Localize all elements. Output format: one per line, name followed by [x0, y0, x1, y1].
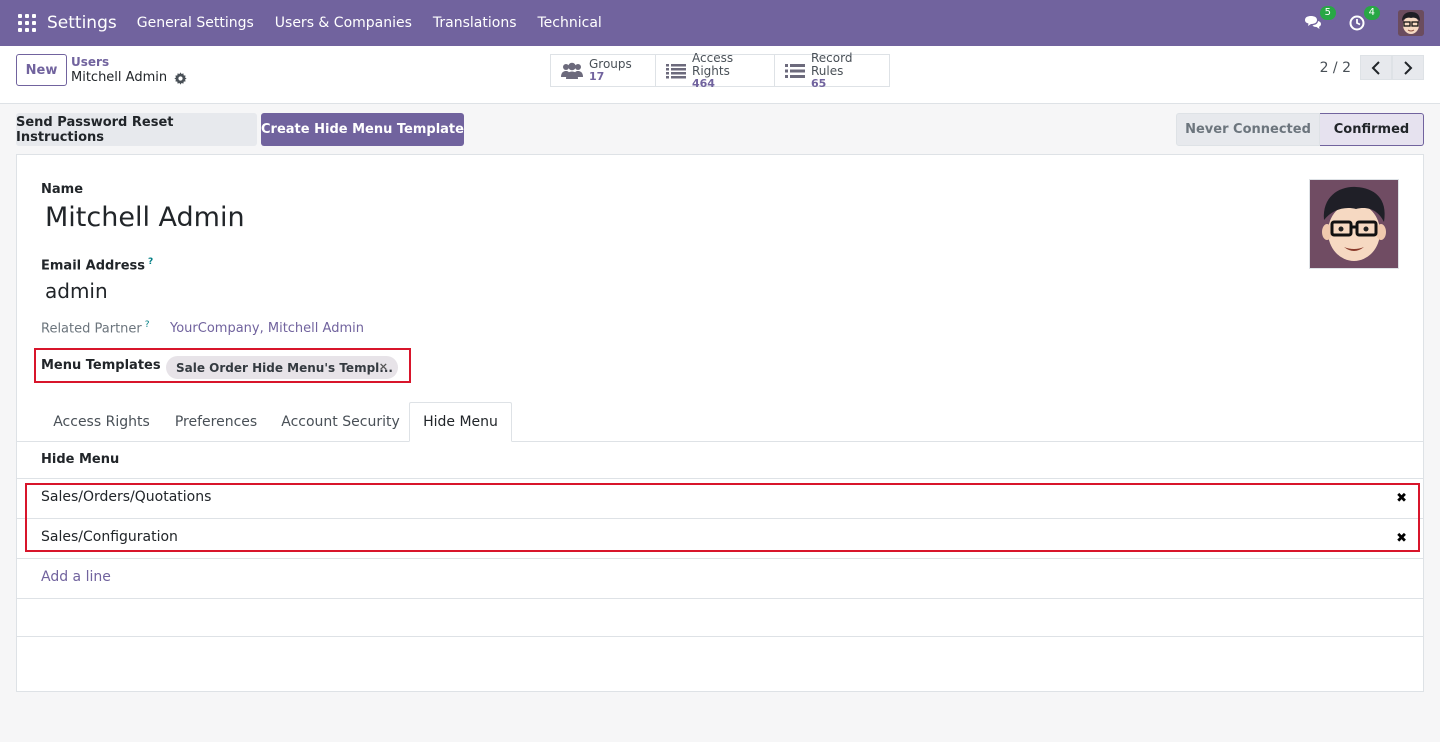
empty-row: [17, 599, 1423, 637]
app-brand[interactable]: Settings: [47, 13, 117, 33]
user-avatar-image[interactable]: [1309, 179, 1399, 269]
add-line-row: [17, 559, 1423, 599]
name-input[interactable]: Mitchell Admin: [45, 202, 245, 233]
systray: 5 4: [1280, 0, 1424, 46]
access-rights-label: Access Rights: [692, 50, 734, 78]
add-a-line-link[interactable]: Add a line: [41, 569, 111, 585]
partner-help-icon[interactable]: ?: [145, 320, 150, 330]
groups-count: 17: [589, 70, 605, 83]
access-rights-count: 464: [692, 76, 715, 90]
list-icon: [785, 63, 805, 79]
record-rules-count: 65: [811, 76, 827, 90]
name-label: Name: [41, 182, 84, 197]
nav-general-settings[interactable]: General Settings: [137, 15, 254, 31]
pager-next-button[interactable]: [1392, 55, 1424, 80]
clock-icon: [1349, 15, 1365, 31]
activities-button[interactable]: 4: [1346, 6, 1380, 34]
chevron-right-icon: [1404, 60, 1413, 75]
messages-button[interactable]: 5: [1302, 6, 1336, 34]
smart-buttons: Groups 17 Access Rights 464 Record Rules…: [550, 50, 890, 89]
messages-badge: 5: [1319, 6, 1336, 20]
tab-hide-menu[interactable]: Hide Menu: [409, 402, 512, 442]
status-stages: Never Connected Confirmed: [1176, 113, 1424, 146]
nav-technical[interactable]: Technical: [538, 15, 602, 31]
breadcrumb: Users Mitchell Admin: [71, 55, 187, 87]
record-rules-label: Record Rules: [811, 50, 853, 78]
breadcrumb-current-label: Mitchell Admin: [71, 70, 168, 85]
send-password-reset-button[interactable]: Send Password Reset Instructions: [16, 113, 257, 146]
control-panel: New Users Mitchell Admin Groups 17 Acces…: [0, 46, 1440, 104]
hide-menu-column-header[interactable]: Hide Menu: [41, 452, 119, 467]
menu-template-tag-label: Sale Order Hide Menu's Templ...: [176, 360, 393, 375]
access-rights-smart-button[interactable]: Access Rights 464: [656, 50, 775, 89]
nav-translations[interactable]: Translations: [433, 15, 517, 31]
activities-badge: 4: [1363, 6, 1380, 20]
user-avatar[interactable]: [1398, 10, 1424, 36]
apps-menu-icon[interactable]: [18, 14, 36, 32]
email-label-text: Email Address: [41, 258, 146, 274]
stage-never-connected[interactable]: Never Connected: [1176, 113, 1320, 146]
email-label: Email Address?: [41, 257, 153, 273]
top-navbar: Settings General Settings Users & Compan…: [0, 0, 1440, 46]
pager-previous-button[interactable]: [1360, 55, 1392, 80]
record-rules-smart-button[interactable]: Record Rules 65: [775, 50, 889, 89]
users-icon: [561, 62, 583, 80]
tab-account-security[interactable]: Account Security: [272, 402, 409, 442]
breadcrumb-parent-users[interactable]: Users: [71, 55, 187, 69]
email-input[interactable]: admin: [45, 279, 108, 303]
chat-icon: [1305, 16, 1321, 29]
pager: 2 / 2: [1320, 55, 1424, 80]
related-partner-label: Related Partner?: [41, 320, 150, 336]
tab-access-rights[interactable]: Access Rights: [42, 402, 161, 442]
avatar-face-icon: [1310, 180, 1398, 268]
email-help-icon[interactable]: ?: [148, 257, 153, 267]
tab-preferences[interactable]: Preferences: [162, 402, 270, 442]
tag-remove-icon[interactable]: ×: [379, 360, 388, 373]
nav-users-companies[interactable]: Users & Companies: [275, 15, 412, 31]
list-icon: [666, 63, 686, 79]
form-sheet: Name Mitchell Admin Email Address? admin…: [16, 154, 1424, 692]
chevron-left-icon: [1371, 60, 1380, 75]
hide-menu-rows-highlight: [25, 483, 1420, 552]
new-button[interactable]: New: [16, 54, 67, 86]
stage-confirmed[interactable]: Confirmed: [1320, 113, 1424, 146]
form-statusbar: Send Password Reset Instructions Create …: [16, 113, 1424, 146]
related-partner-label-text: Related Partner: [41, 321, 142, 337]
pager-value[interactable]: 2 / 2: [1320, 60, 1351, 76]
menu-template-tag[interactable]: Sale Order Hide Menu's Templ... ×: [166, 356, 398, 379]
gear-icon[interactable]: [174, 71, 187, 85]
notebook-tabs: Access Rights Preferences Account Securi…: [17, 402, 1423, 442]
menu-templates-label: Menu Templates: [41, 358, 161, 373]
groups-smart-button[interactable]: Groups 17: [551, 55, 656, 86]
hide-menu-list-header: Hide Menu: [17, 442, 1423, 479]
create-hide-menu-template-button[interactable]: Create Hide Menu Template: [261, 113, 464, 146]
related-partner-link[interactable]: YourCompany, Mitchell Admin: [170, 321, 364, 336]
breadcrumb-current: Mitchell Admin: [71, 69, 187, 87]
avatar-face-icon: [1398, 10, 1424, 36]
